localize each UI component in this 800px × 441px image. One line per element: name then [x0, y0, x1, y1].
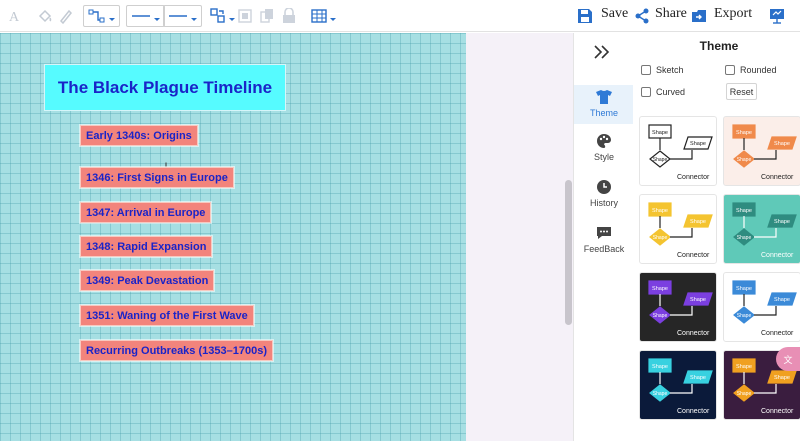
palette-icon	[597, 134, 611, 148]
diagram-title-node[interactable]: The Black Plague Timeline	[44, 64, 286, 111]
svg-text:Shape: Shape	[737, 235, 752, 241]
svg-text:Shape: Shape	[652, 286, 668, 292]
timeline-node[interactable]: 1349: Peak Devastation	[80, 270, 215, 291]
option-label: Curved	[656, 87, 686, 97]
line-style-icon[interactable]	[126, 5, 165, 27]
rounded-option[interactable]: Rounded	[725, 65, 777, 75]
svg-text:Connector: Connector	[677, 174, 710, 181]
arrange-icon[interactable]	[210, 5, 235, 27]
copy-icon[interactable]	[259, 5, 275, 27]
svg-text:Connector: Connector	[761, 330, 794, 337]
timeline-node[interactable]: Early 1340s: Origins	[80, 125, 198, 146]
svg-text:Shape: Shape	[652, 130, 668, 136]
svg-text:Shape: Shape	[737, 391, 752, 397]
clock-icon	[597, 180, 611, 194]
theme-card[interactable]: Shape Shape Shape Connector	[639, 194, 717, 264]
reset-button[interactable]: Reset	[726, 83, 757, 100]
toolbar: A Save Share Export	[0, 0, 800, 32]
group-icon[interactable]	[237, 5, 253, 27]
tab-label: History	[589, 198, 618, 208]
share-button[interactable]: Share	[655, 6, 687, 22]
curved-option[interactable]: Curved	[641, 87, 685, 97]
svg-text:Connector: Connector	[761, 252, 794, 259]
svg-text:Shape: Shape	[652, 208, 668, 214]
svg-text:Connector: Connector	[677, 408, 710, 415]
svg-text:Shape: Shape	[737, 157, 752, 163]
svg-text:Connector: Connector	[677, 252, 710, 259]
svg-text:Shape: Shape	[652, 364, 668, 370]
chat-icon	[597, 227, 611, 239]
text-icon[interactable]: A	[6, 5, 22, 27]
pen-icon[interactable]	[58, 5, 74, 27]
sketch-option[interactable]: Sketch	[641, 65, 684, 75]
option-label: Sketch	[656, 65, 684, 75]
theme-card[interactable]: Shape Shape Shape Connector	[723, 116, 800, 186]
line-weight-icon[interactable]	[163, 5, 202, 27]
svg-text:Connector: Connector	[761, 174, 794, 181]
timeline-node[interactable]: Recurring Outbreaks (1353–1700s)	[80, 340, 273, 361]
panel-title: Theme	[699, 39, 739, 53]
svg-text:Shape: Shape	[690, 141, 706, 147]
timeline-node[interactable]: 1348: Rapid Expansion	[80, 236, 213, 257]
tab-feedback[interactable]: FeedBack	[574, 225, 634, 261]
tab-label: FeedBack	[583, 244, 625, 254]
svg-text:Shape: Shape	[690, 297, 706, 303]
present-icon[interactable]	[769, 5, 785, 27]
timeline-node[interactable]: 1351: Waning of the First Wave	[80, 305, 254, 326]
svg-text:Shape: Shape	[653, 235, 668, 241]
timeline-node[interactable]: 1346: First Signs in Europe	[80, 167, 234, 188]
theme-card[interactable]: Shape Shape Shape Connector	[639, 272, 717, 342]
theme-panel: Theme Sketch Rounded Curved Reset Shape S…	[633, 33, 800, 441]
diagram-editor: A Save Share Export The Black Plague Tim…	[0, 0, 800, 441]
sketch-checkbox[interactable]	[641, 65, 651, 75]
theme-card[interactable]: Shape Shape Shape Connector	[639, 116, 717, 186]
vertical-scrollbar[interactable]	[565, 180, 572, 325]
svg-text:Connector: Connector	[761, 408, 794, 415]
rounded-checkbox[interactable]	[725, 65, 735, 75]
svg-text:Shape: Shape	[736, 364, 752, 370]
svg-text:Shape: Shape	[774, 297, 790, 303]
theme-card[interactable]: Shape Shape Shape Connector	[639, 350, 717, 420]
fill-icon[interactable]	[37, 5, 53, 27]
save-button[interactable]: Save	[601, 6, 628, 22]
save-icon[interactable]	[577, 5, 593, 27]
export-icon[interactable]	[691, 5, 707, 27]
curved-checkbox[interactable]	[641, 87, 651, 97]
svg-text:Shape: Shape	[774, 141, 790, 147]
svg-text:Shape: Shape	[737, 313, 752, 319]
svg-text:Shape: Shape	[736, 130, 752, 136]
tab-history[interactable]: History	[574, 179, 634, 215]
svg-text:Shape: Shape	[690, 375, 706, 381]
svg-text:Shape: Shape	[736, 208, 752, 214]
theme-card[interactable]: Shape Shape Shape Connector	[723, 194, 800, 264]
svg-text:Shape: Shape	[690, 219, 706, 225]
tab-label: Theme	[589, 108, 618, 118]
tab-theme[interactable]: Theme	[574, 85, 634, 124]
export-button[interactable]: Export	[714, 6, 752, 22]
translate-icon[interactable]: 文	[776, 347, 800, 371]
svg-text:Shape: Shape	[653, 313, 668, 319]
svg-text:A: A	[9, 10, 20, 24]
tab-style[interactable]: Style	[574, 133, 634, 169]
tshirt-icon	[596, 90, 612, 104]
svg-text:Shape: Shape	[774, 375, 790, 381]
timeline-node[interactable]: 1347: Arrival in Europe	[80, 202, 212, 223]
lock-icon[interactable]	[282, 5, 296, 27]
collapse-panel-icon[interactable]	[592, 44, 612, 60]
theme-card[interactable]: Shape Shape Shape Connector	[723, 272, 800, 342]
side-tabs: Theme Style History FeedBack	[573, 33, 634, 441]
connector-style-icon[interactable]	[83, 5, 120, 27]
option-label: Rounded	[740, 65, 777, 75]
svg-text:Connector: Connector	[677, 330, 710, 337]
table-icon[interactable]	[311, 5, 336, 27]
canvas-margin	[466, 33, 573, 441]
tab-label: Style	[593, 152, 614, 162]
share-icon[interactable]	[634, 5, 650, 27]
svg-text:Shape: Shape	[653, 391, 668, 397]
svg-text:Shape: Shape	[653, 157, 668, 163]
svg-text:Shape: Shape	[736, 286, 752, 292]
svg-text:Shape: Shape	[774, 219, 790, 225]
